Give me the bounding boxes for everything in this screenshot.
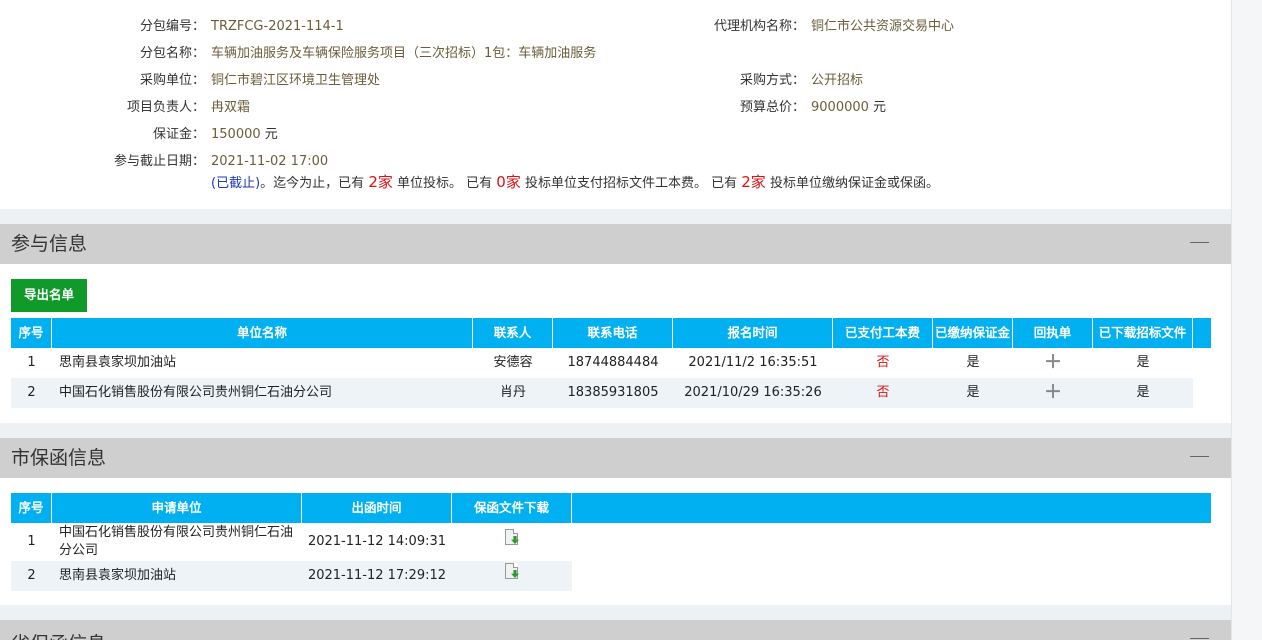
cell-contact: 肖丹 xyxy=(499,385,526,400)
info-row-deposit: 保证金： 150000 元 xyxy=(0,125,1231,145)
agency-label: 代理机构名称： xyxy=(713,19,805,34)
col-header: 已下载招标文件 xyxy=(1093,318,1193,348)
table-row: 2 中国石化销售股份有限公司贵州铜仁石油分公司 肖丹 18385931805 2… xyxy=(11,378,1193,408)
section-title: 省保函信息 xyxy=(11,624,106,640)
participation-section-header[interactable]: 参与信息 xyxy=(0,224,1231,264)
minus-icon[interactable] xyxy=(1190,456,1209,457)
cell-downloaded: 是 xyxy=(1136,355,1150,370)
col-header: 报名时间 xyxy=(673,318,833,348)
method-value: 公开招标 xyxy=(811,73,864,88)
cell-phone: 18744884484 xyxy=(567,355,659,370)
cell-index: 2 xyxy=(27,385,36,400)
minus-icon[interactable] xyxy=(1190,638,1209,639)
agency-value: 铜仁市公共资源交易中心 xyxy=(811,19,955,34)
cell-paid-fee: 否 xyxy=(876,385,890,400)
page: 分包编号： TRZFCG-2021-114-1 代理机构名称： 铜仁市公共资源交… xyxy=(0,0,1231,640)
cell-applicant: 思南县袁家坝加油站 xyxy=(59,568,177,583)
table-row: 1 思南县袁家坝加油站 安德容 18744884484 2021/11/2 16… xyxy=(11,348,1193,378)
participation-table: 序号 单位名称 联系人 联系电话 报名时间 已支付工本费 已缴纳保证金 回执单 … xyxy=(11,318,1211,408)
col-header: 申请单位 xyxy=(52,493,302,523)
summary-text-1: 。迄今为止，已有 xyxy=(260,176,365,191)
bid-summary: (已截止)。迄今为止，已有 2家 单位投标。 已有 0家 投标单位支付招标文件工… xyxy=(211,172,1221,192)
minus-icon[interactable] xyxy=(1190,242,1209,243)
buyer-value: 铜仁市碧江区环境卫生管理处 xyxy=(211,73,381,88)
deposit-value: 150000 元 xyxy=(211,125,278,145)
cell-issue-time: 2021-11-12 17:29:12 xyxy=(307,568,447,583)
col-header: 单位名称 xyxy=(52,318,473,348)
summary-text-3: 投标单位支付招标文件工本费。 已有 xyxy=(524,176,738,191)
package-name-value: 车辆加油服务及车辆保险服务项目（三次招标）1包：车辆加油服务 xyxy=(211,46,597,61)
file-download-icon[interactable] xyxy=(505,563,519,579)
package-no-value: TRZFCG-2021-114-1 xyxy=(211,19,344,34)
section-title: 参与信息 xyxy=(11,233,88,255)
manager-value: 冉双霜 xyxy=(211,100,251,115)
cell-index: 2 xyxy=(27,568,36,583)
table-row: 1 中国石化销售股份有限公司贵州铜仁石油分公司 2021-11-12 14:09… xyxy=(11,523,572,561)
cell-applicant: 中国石化销售股份有限公司贵州铜仁石油分公司 xyxy=(59,525,294,558)
cell-contact: 安德容 xyxy=(493,355,533,370)
info-row-manager: 项目负责人： 冉双霜 预算总价： 9000000 元 xyxy=(0,98,1231,118)
col-header: 回执单 xyxy=(1013,318,1093,348)
summary-text-4: 投标单位缴纳保证金或保函。 xyxy=(769,176,939,191)
deadline-status: (已截止) xyxy=(211,176,261,191)
summary-text-2: 单位投标。 已有 xyxy=(397,176,493,191)
cell-downloaded: 是 xyxy=(1136,385,1150,400)
cell-unit-name: 中国石化销售股份有限公司贵州铜仁石油分公司 xyxy=(59,385,333,400)
file-download-icon[interactable] xyxy=(505,529,519,545)
cell-issue-time: 2021-11-12 14:09:31 xyxy=(307,534,447,549)
cell-index: 1 xyxy=(27,355,36,370)
method-label: 采购方式： xyxy=(739,73,805,88)
budget-amount: 9000000 xyxy=(811,100,869,115)
col-header: 序号 xyxy=(11,318,52,348)
package-no-label: 分包编号： xyxy=(139,19,205,34)
col-header: 联系人 xyxy=(473,318,553,348)
col-header: 保函文件下载 xyxy=(452,493,572,523)
table-header: 序号 申请单位 出函时间 保函文件下载 xyxy=(11,493,1211,523)
buyer-label: 采购单位： xyxy=(139,73,205,88)
info-row-package-name: 分包名称： 车辆加油服务及车辆保险服务项目（三次招标）1包：车辆加油服务 xyxy=(0,44,1231,64)
city-guarantee-table: 序号 申请单位 出函时间 保函文件下载 1 中国石化销售股份有限公司贵州铜仁石油… xyxy=(11,493,1211,591)
plus-icon[interactable]: ＋ xyxy=(1013,348,1093,378)
bid-count: 2家 xyxy=(368,173,393,191)
province-guarantee-section-header[interactable]: 省保函信息 xyxy=(0,620,1231,640)
cell-register-time: 2021/10/29 16:35:26 xyxy=(684,385,822,400)
plus-icon[interactable]: ＋ xyxy=(1013,378,1093,408)
export-list-button[interactable]: 导出名单 xyxy=(11,279,87,312)
info-row-buyer: 采购单位： 铜仁市碧江区环境卫生管理处 采购方式： 公开招标 xyxy=(0,71,1231,91)
deposit-amount: 150000 xyxy=(211,127,261,142)
deadline-value: 2021-11-02 17:00 xyxy=(211,154,329,169)
budget-label: 预算总价： xyxy=(739,100,805,115)
cell-index: 1 xyxy=(27,534,36,549)
info-row-deadline: 参与截止日期： 2021-11-02 17:00 xyxy=(0,152,1231,172)
budget-unit: 元 xyxy=(873,100,887,115)
project-info-panel: 分包编号： TRZFCG-2021-114-1 代理机构名称： 铜仁市公共资源交… xyxy=(0,0,1231,209)
section-title: 市保函信息 xyxy=(11,447,107,469)
deposit-label: 保证金： xyxy=(152,127,205,142)
download-cell xyxy=(452,561,572,591)
cell-paid-fee: 否 xyxy=(876,355,890,370)
cell-register-time: 2021/11/2 16:35:51 xyxy=(688,355,818,370)
deposit-count: 2家 xyxy=(741,173,766,191)
col-header: 已支付工本费 xyxy=(833,318,933,348)
col-header: 出函时间 xyxy=(302,493,452,523)
city-guarantee-section-header[interactable]: 市保函信息 xyxy=(0,438,1231,478)
budget-value: 9000000 元 xyxy=(811,98,886,118)
cell-unit-name: 思南县袁家坝加油站 xyxy=(59,355,177,370)
table-header: 序号 单位名称 联系人 联系电话 报名时间 已支付工本费 已缴纳保证金 回执单 … xyxy=(11,318,1211,348)
package-name-label: 分包名称： xyxy=(139,46,205,61)
paid-count: 0家 xyxy=(496,173,521,191)
cell-phone: 18385931805 xyxy=(567,385,659,400)
table-row: 2 思南县袁家坝加油站 2021-11-12 17:29:12 xyxy=(11,561,572,591)
deposit-unit: 元 xyxy=(264,127,278,142)
scrollbar[interactable] xyxy=(1231,0,1262,640)
col-header: 联系电话 xyxy=(553,318,673,348)
cell-paid-deposit: 是 xyxy=(966,355,980,370)
col-header: 序号 xyxy=(11,493,52,523)
manager-label: 项目负责人： xyxy=(126,100,205,115)
col-header: 已缴纳保证金 xyxy=(933,318,1013,348)
download-cell xyxy=(452,523,572,561)
cell-paid-deposit: 是 xyxy=(966,385,980,400)
deadline-label: 参与截止日期： xyxy=(113,154,205,169)
info-row-package-no: 分包编号： TRZFCG-2021-114-1 代理机构名称： 铜仁市公共资源交… xyxy=(0,17,1231,37)
